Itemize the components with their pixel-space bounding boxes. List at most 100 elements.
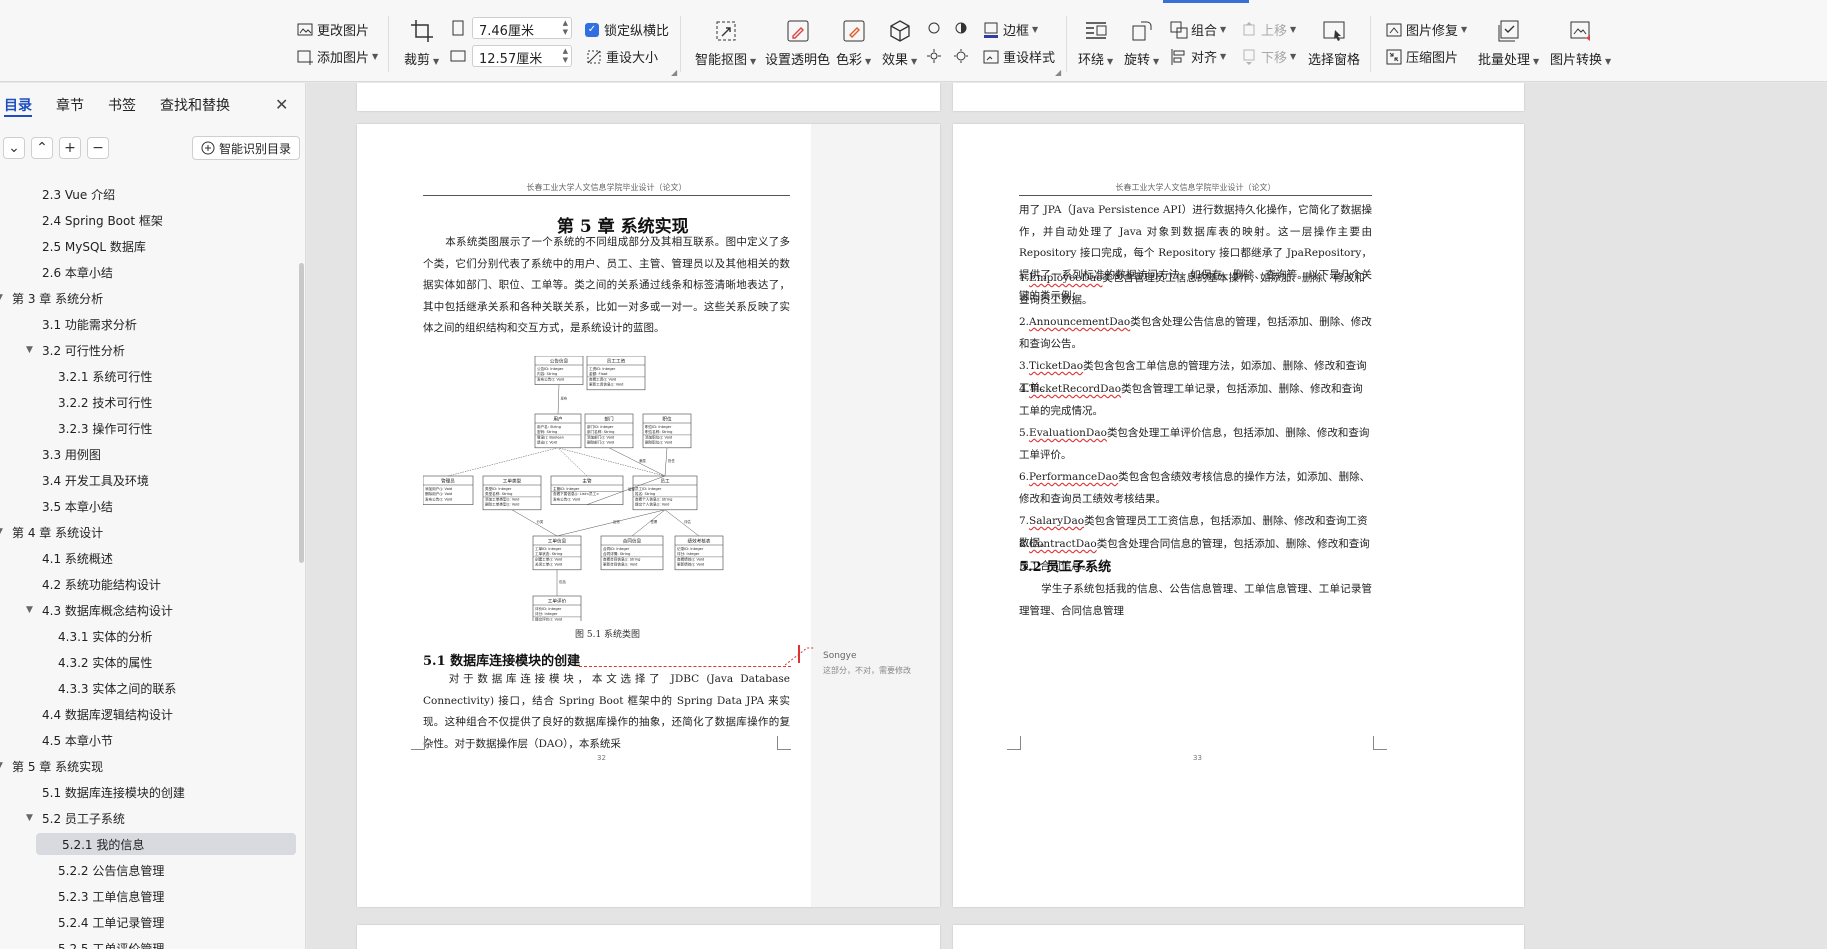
picture-repair-button[interactable]: 图片修复 ▼	[1385, 20, 1467, 39]
align-icon	[1170, 48, 1188, 66]
toc-item-label: 5.2 员工子系统	[42, 811, 125, 826]
dao-list-item: 4.TicketRecordDao类包含管理工单记录，包括添加、删除、修改和查询…	[1019, 379, 1372, 422]
document-canvas[interactable]: 长春工业大学人文信息学院毕业设计（论文） 第 5 章 系统实现 本系统类图展示了…	[307, 83, 1827, 949]
sidebar-scrollbar[interactable]	[299, 263, 304, 563]
toc-item[interactable]: ▼ 3.2 可行性分析	[26, 339, 125, 361]
toc-item[interactable]: 5.2.4 工单记录管理	[58, 911, 164, 933]
group-button[interactable]: 组合 ▼	[1170, 20, 1226, 39]
align-button[interactable]: 对齐 ▼	[1170, 47, 1226, 66]
tab-chapters[interactable]: 章节	[56, 95, 84, 117]
toc-item-label: 4.1 系统概述	[42, 551, 113, 566]
toc-item[interactable]: 2.6 本章小结	[42, 261, 113, 283]
tab-find-replace[interactable]: 查找和替换	[160, 95, 230, 117]
border-button[interactable]: 边框 ▼	[982, 20, 1038, 39]
toc-item[interactable]: 2.3 Vue 介绍	[42, 183, 115, 205]
tab-bookmarks[interactable]: 书签	[108, 95, 136, 117]
toc-item[interactable]: 3.3 用例图	[42, 443, 101, 465]
contrast-down-icon[interactable]	[953, 48, 969, 64]
toc-item[interactable]: ▼ 第 5 章 系统实现	[0, 755, 103, 777]
toc-item[interactable]: 4.3.2 实体的属性	[58, 651, 152, 673]
toc-item[interactable]: ▼ 第 3 章 系统分析	[0, 287, 103, 309]
change-picture-button[interactable]: 更改图片	[296, 20, 369, 39]
uml-method: 添加工单类型(): Void	[485, 496, 519, 501]
compress-picture-button[interactable]: 压缩图片	[1385, 47, 1458, 66]
uml-method: 查看绩效(): Void	[677, 556, 704, 561]
dialog-launcher-icon[interactable]: ◢	[1055, 68, 1061, 77]
set-transparent-button[interactable]: 设置透明色	[765, 18, 830, 68]
wrap-button[interactable]: 环绕 ▼	[1078, 18, 1113, 68]
toc-item[interactable]: 5.2.1 我的信息	[36, 833, 296, 855]
uml-field: 员工ID: Integer	[635, 487, 662, 491]
brightness-up-icon[interactable]	[926, 20, 942, 36]
height-input[interactable]: 12.57厘米 ▲ ▼	[472, 45, 572, 67]
toc-item[interactable]: ▼ 第 4 章 系统设计	[0, 521, 103, 543]
class-diagram-figure[interactable]: 公告信息公告ID: Integer内容: String发布公告(): Void员…	[423, 356, 790, 621]
toc-item[interactable]: 4.4 数据库逻辑结构设计	[42, 703, 173, 725]
uml-field: 职位ID: Integer	[645, 424, 672, 429]
dialog-launcher-icon[interactable]: ◢	[671, 68, 677, 77]
page-33[interactable]: 长春工业大学人文信息学院毕业设计（论文） 用了 JPA（Java Persist…	[953, 124, 1524, 907]
toc-item[interactable]: 5.2.3 工单信息管理	[58, 885, 164, 907]
contrast-up-icon[interactable]	[953, 20, 969, 36]
uml-relation-line	[447, 447, 559, 477]
uml-class-name: 公告信息	[550, 358, 569, 365]
bring-forward-button[interactable]: 上移 ▼	[1240, 20, 1296, 39]
brightness-down-icon[interactable]	[926, 48, 942, 64]
color-button[interactable]: 色彩 ▼	[836, 18, 871, 68]
chevron-down-icon: ▼	[372, 52, 379, 61]
crop-button[interactable]: 裁剪 ▼	[404, 18, 439, 68]
toc-item-label: 3.2.2 技术可行性	[58, 395, 153, 410]
toc-item[interactable]: 4.1 系统概述	[42, 547, 113, 569]
remove-heading-button[interactable]: −	[87, 137, 109, 159]
tab-toc[interactable]: 目录	[4, 95, 32, 117]
rotate-button[interactable]: 旋转 ▼	[1124, 18, 1159, 68]
toc-item[interactable]: 3.4 开发工具及环境	[42, 469, 149, 491]
toc-item[interactable]: ▼ 5.2 员工子系统	[26, 807, 125, 829]
toc-item[interactable]: 2.4 Spring Boot 框架	[42, 209, 163, 231]
toc-item[interactable]: 3.2.1 系统可行性	[58, 365, 152, 387]
effects-button[interactable]: 效果 ▼	[882, 18, 917, 68]
reset-style-button[interactable]: 重设样式	[982, 47, 1055, 66]
chevron-down-icon[interactable]: ▼	[0, 293, 6, 303]
toc-item[interactable]: 3.1 功能需求分析	[42, 313, 137, 335]
toc-item[interactable]: 5.1 数据库连接模块的创建	[42, 781, 185, 803]
width-spinner[interactable]: ▲ ▼	[563, 19, 568, 37]
toc-item[interactable]: 4.2 系统功能结构设计	[42, 573, 161, 595]
previous-page-right	[953, 83, 1524, 111]
chevron-down-icon[interactable]: ▼	[26, 605, 36, 615]
chevron-down-icon[interactable]: ▼	[0, 761, 6, 771]
toc-item[interactable]: 2.5 MySQL 数据库	[42, 235, 146, 257]
width-input[interactable]: 7.46厘米 ▲ ▼	[472, 17, 572, 39]
toc-item[interactable]: 5.2.5 工单评价管理	[58, 937, 164, 949]
toc-item-label: 3.2 可行性分析	[42, 343, 125, 358]
comment-text[interactable]: 这部分，不对，需要修改	[823, 665, 911, 676]
toc-item[interactable]: 4.5 本章小节	[42, 729, 113, 751]
toc-item[interactable]: 3.2.2 技术可行性	[58, 391, 152, 413]
chevron-down-icon[interactable]: ▼	[0, 527, 6, 537]
collapse-all-button[interactable]: ⌄	[3, 137, 25, 159]
convert-picture-button[interactable]: 图片转换 ▼	[1550, 18, 1611, 68]
page-32[interactable]: 长春工业大学人文信息学院毕业设计（论文） 第 5 章 系统实现 本系统类图展示了…	[357, 124, 940, 907]
chevron-down-icon[interactable]: ▼	[26, 345, 36, 355]
batch-process-button[interactable]: 批量处理 ▼	[1478, 18, 1539, 68]
chevron-down-icon[interactable]: ▼	[26, 813, 36, 823]
reset-size-button[interactable]: 重设大小	[585, 47, 658, 66]
comment-author[interactable]: Songye	[823, 651, 857, 661]
smart-toc-button[interactable]: 智能识别目录	[192, 136, 301, 160]
toc-item[interactable]: 3.2.3 操作可行性	[58, 417, 152, 439]
add-heading-button[interactable]: +	[59, 137, 81, 159]
send-backward-button[interactable]: 下移 ▼	[1240, 47, 1296, 66]
toc-item[interactable]: ▼ 4.3 数据库概念结构设计	[26, 599, 173, 621]
toc-item[interactable]: 3.5 本章小结	[42, 495, 113, 517]
selection-pane-button[interactable]: 选择窗格	[1308, 18, 1360, 68]
toc-item[interactable]: 5.2.2 公告信息管理	[58, 859, 164, 881]
height-spinner[interactable]: ▲ ▼	[563, 47, 568, 65]
add-picture-button[interactable]: 添加图片 ▼	[296, 47, 378, 66]
close-icon[interactable]: ✕	[275, 95, 288, 114]
smart-cutout-button[interactable]: 智能抠图 ▼	[695, 18, 756, 68]
lock-ratio-checkbox[interactable]: ✓ 锁定纵横比	[585, 20, 669, 39]
expand-up-button[interactable]: ⌃	[31, 137, 53, 159]
toc-item[interactable]: 4.3.3 实体之间的联系	[58, 677, 176, 699]
header-rule	[423, 195, 790, 196]
toc-item[interactable]: 4.3.1 实体的分析	[58, 625, 152, 647]
